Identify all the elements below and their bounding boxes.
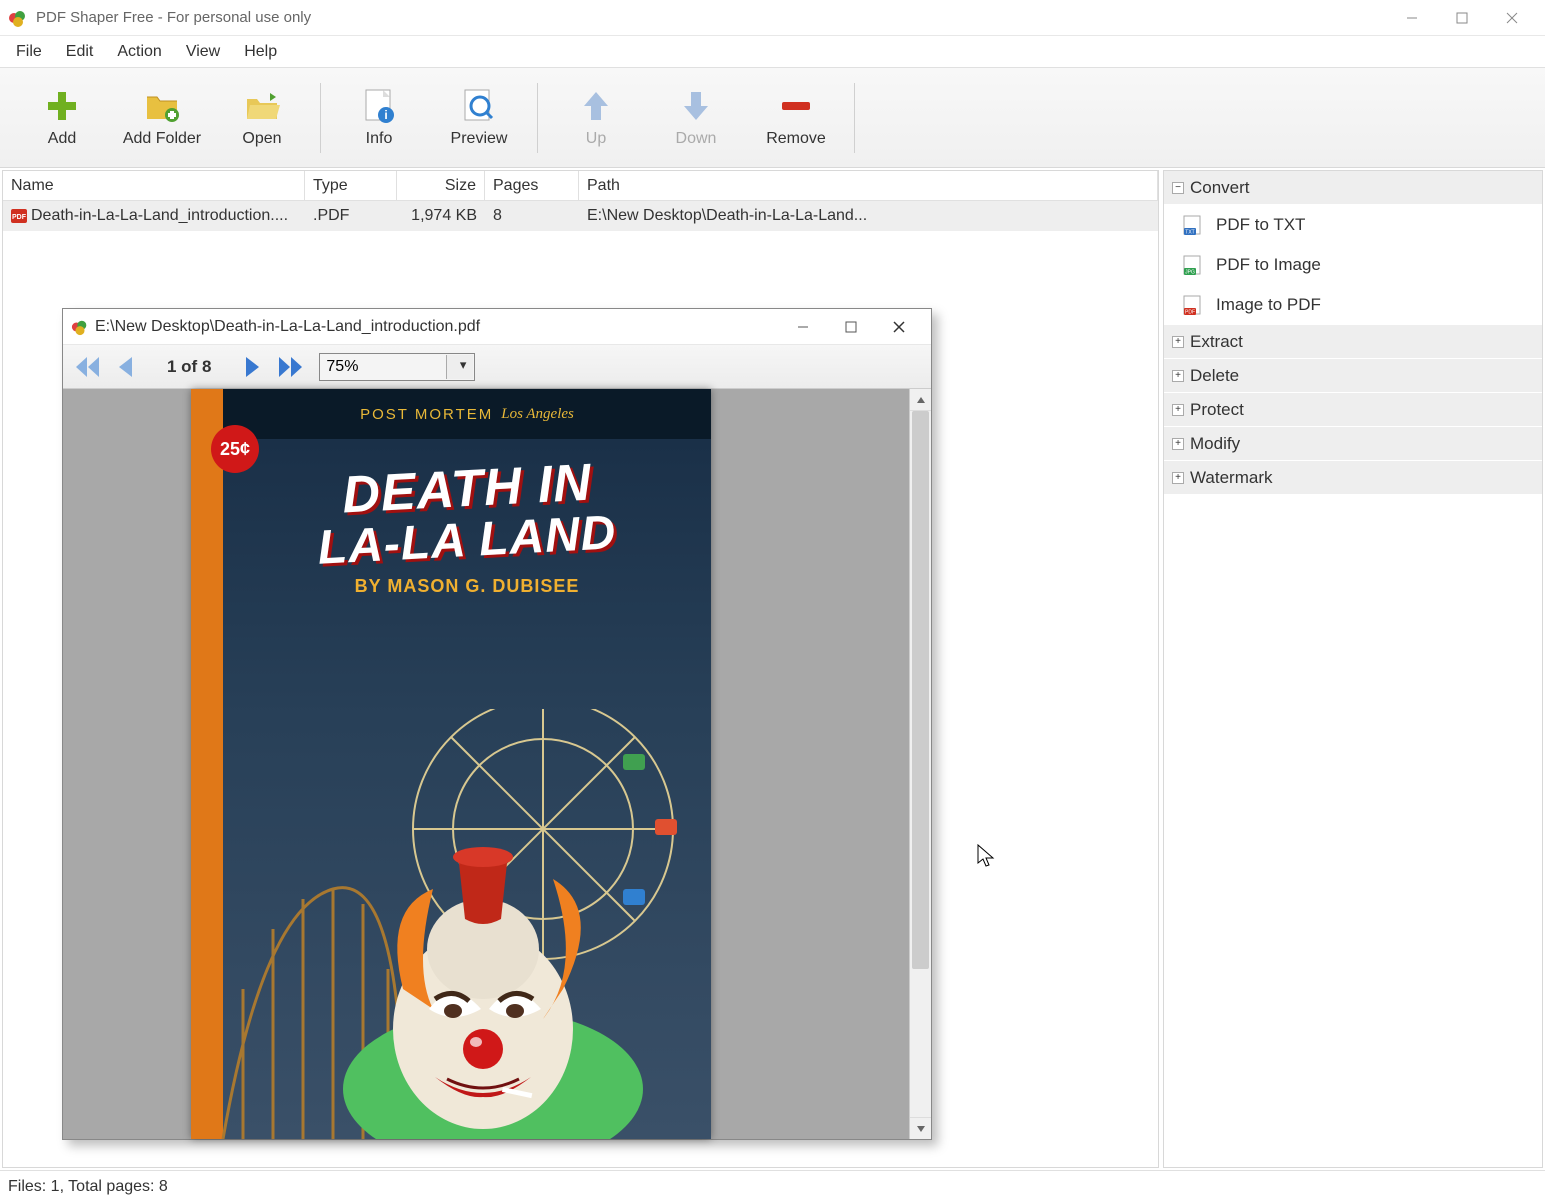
page-indicator: 1 of 8 <box>147 357 231 377</box>
menu-view[interactable]: View <box>174 39 232 65</box>
add-folder-button[interactable]: Add Folder <box>112 73 212 163</box>
group-delete[interactable]: + Delete <box>1164 359 1542 393</box>
plus-icon <box>44 88 80 124</box>
table-row[interactable]: PDF Death-in-La-La-Land_introduction....… <box>3 201 1158 231</box>
expand-icon: + <box>1172 370 1184 382</box>
svg-text:TXT: TXT <box>1185 230 1194 236</box>
pdf-icon: PDF <box>11 209 27 223</box>
toolbar-separator <box>320 83 321 153</box>
status-text: Files: 1, Total pages: 8 <box>8 1178 168 1196</box>
column-size[interactable]: Size <box>397 171 485 200</box>
remove-button[interactable]: Remove <box>746 73 846 163</box>
preview-content: POST MORTEM Los Angeles 25¢ DEATH IN LA-… <box>63 389 931 1139</box>
menu-action[interactable]: Action <box>105 39 173 65</box>
statusbar: Files: 1, Total pages: 8 <box>0 1170 1545 1202</box>
expand-icon: + <box>1172 336 1184 348</box>
group-convert[interactable]: − Convert <box>1164 171 1542 205</box>
svg-text:i: i <box>384 108 387 122</box>
arrow-up-icon <box>578 88 614 124</box>
last-page-button[interactable] <box>273 350 307 384</box>
preview-titlebar: E:\New Desktop\Death-in-La-La-Land_intro… <box>63 309 931 345</box>
app-title: PDF Shaper Free - For personal use only <box>36 9 1387 26</box>
preview-toolbar: 1 of 8 <box>63 345 931 389</box>
file-size: 1,974 KB <box>397 203 485 229</box>
next-page-button[interactable] <box>235 350 269 384</box>
preview-title: E:\New Desktop\Death-in-La-La-Land_intro… <box>95 318 779 336</box>
toolbar-separator <box>537 83 538 153</box>
app-icon <box>8 8 28 28</box>
column-type[interactable]: Type <box>305 171 397 200</box>
menu-edit[interactable]: Edit <box>54 39 106 65</box>
column-path[interactable]: Path <box>579 171 1158 200</box>
menubar: File Edit Action View Help <box>0 36 1545 68</box>
info-button[interactable]: i Info <box>329 73 429 163</box>
down-button[interactable]: Down <box>646 73 746 163</box>
minus-icon <box>778 88 814 124</box>
side-item-pdf-to-image[interactable]: JPG PDF to Image <box>1164 245 1542 285</box>
first-page-button[interactable] <box>71 350 105 384</box>
file-pages: 8 <box>485 203 579 229</box>
svg-text:PDF: PDF <box>12 214 27 221</box>
toolbar: Add Add Folder Open i Info Preview Up Do… <box>0 68 1545 168</box>
file-name: Death-in-La-La-Land_introduction.... <box>31 207 288 225</box>
zoom-select[interactable] <box>319 353 475 381</box>
titlebar: PDF Shaper Free - For personal use only <box>0 0 1545 36</box>
toolbar-separator <box>854 83 855 153</box>
txt-icon: TXT <box>1182 214 1204 236</box>
close-button[interactable] <box>1487 2 1537 34</box>
preview-minimize-button[interactable] <box>779 311 827 343</box>
file-type: .PDF <box>305 203 397 229</box>
side-item-pdf-to-txt[interactable]: TXT PDF to TXT <box>1164 205 1542 245</box>
pdf-page: POST MORTEM Los Angeles 25¢ DEATH IN LA-… <box>191 389 711 1139</box>
group-protect[interactable]: + Protect <box>1164 393 1542 427</box>
cover-author: BY MASON G. DUBISEE <box>223 576 711 597</box>
prev-page-button[interactable] <box>109 350 143 384</box>
cover-price: 25¢ <box>211 425 259 473</box>
add-button[interactable]: Add <box>12 73 112 163</box>
minimize-button[interactable] <box>1387 2 1437 34</box>
scroll-up-icon[interactable] <box>910 389 931 411</box>
collapse-icon: − <box>1172 182 1184 194</box>
open-button[interactable]: Open <box>212 73 312 163</box>
magnifier-icon <box>461 88 497 124</box>
up-button[interactable]: Up <box>546 73 646 163</box>
scroll-down-icon[interactable] <box>910 1117 931 1139</box>
expand-icon: + <box>1172 404 1184 416</box>
folder-open-icon <box>244 88 280 124</box>
column-pages[interactable]: Pages <box>485 171 579 200</box>
expand-icon: + <box>1172 438 1184 450</box>
group-modify[interactable]: + Modify <box>1164 427 1542 461</box>
column-name[interactable]: Name <box>3 171 305 200</box>
side-item-image-to-pdf[interactable]: PDF Image to PDF <box>1164 285 1542 325</box>
cover-illustration <box>203 709 711 1139</box>
maximize-button[interactable] <box>1437 2 1487 34</box>
pdf-file-icon: PDF <box>1182 294 1204 316</box>
preview-close-button[interactable] <box>875 311 923 343</box>
svg-text:PDF: PDF <box>1185 310 1195 316</box>
arrow-down-icon <box>678 88 714 124</box>
cover-body: DEATH IN LA-LA LAND BY MASON G. DUBISEE <box>223 439 711 1139</box>
folder-plus-icon <box>144 88 180 124</box>
info-icon: i <box>361 88 397 124</box>
app-icon <box>71 318 89 336</box>
jpg-icon: JPG <box>1182 254 1204 276</box>
menu-help[interactable]: Help <box>232 39 289 65</box>
file-path: E:\New Desktop\Death-in-La-La-Land... <box>579 203 1158 229</box>
expand-icon: + <box>1172 472 1184 484</box>
preview-scrollbar[interactable] <box>909 389 931 1139</box>
side-panel: − Convert TXT PDF to TXT JPG PDF to Imag… <box>1163 170 1543 1168</box>
preview-window: E:\New Desktop\Death-in-La-La-Land_intro… <box>62 308 932 1140</box>
menu-file[interactable]: File <box>4 39 54 65</box>
preview-button[interactable]: Preview <box>429 73 529 163</box>
cover-header: POST MORTEM Los Angeles <box>223 389 711 439</box>
group-watermark[interactable]: + Watermark <box>1164 461 1542 495</box>
group-extract[interactable]: + Extract <box>1164 325 1542 359</box>
file-table-header: Name Type Size Pages Path <box>3 171 1158 201</box>
scroll-thumb[interactable] <box>912 411 929 969</box>
preview-maximize-button[interactable] <box>827 311 875 343</box>
svg-text:JPG: JPG <box>1185 270 1195 276</box>
